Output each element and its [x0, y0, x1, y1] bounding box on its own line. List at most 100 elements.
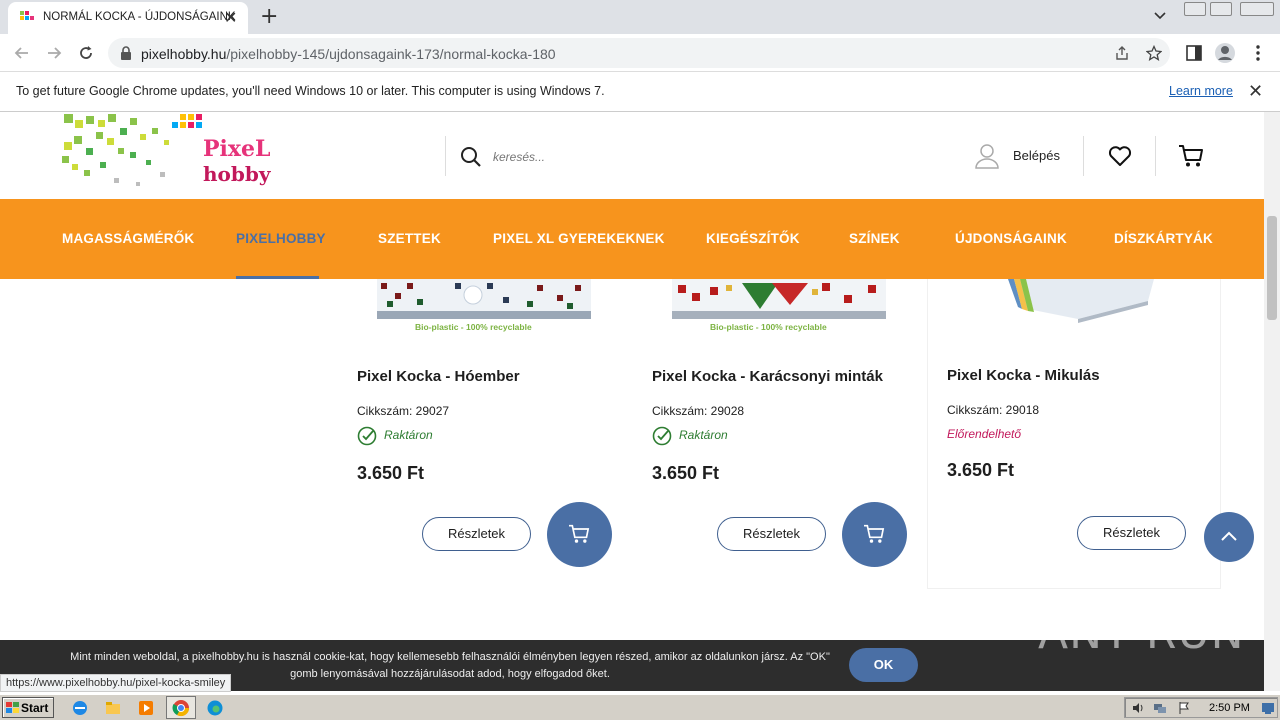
in-stock-check-icon — [652, 426, 672, 446]
nav-active-indicator — [236, 276, 319, 279]
header-divider — [1155, 136, 1156, 176]
chrome-icon — [172, 700, 190, 717]
start-button[interactable]: Start — [2, 697, 54, 718]
address-bar[interactable]: pixelhobby.hu/pixelhobby-145/ujdonsagain… — [108, 38, 1170, 68]
kebab-menu-icon[interactable] — [1250, 44, 1266, 62]
chevron-down-icon[interactable] — [1152, 7, 1168, 23]
pixelhobby-favicon — [20, 11, 34, 20]
taskbar-clock[interactable]: 2:50 PM — [1209, 702, 1250, 714]
forward-icon[interactable] — [44, 43, 64, 63]
minimize-button[interactable] — [1184, 2, 1206, 16]
page-scrollbar[interactable] — [1264, 112, 1280, 691]
product-price: 3.650 Ft — [652, 463, 720, 483]
nav-item-kiegeszitok[interactable]: KIEGÉSZÍTŐK — [706, 231, 800, 246]
file-explorer-icon[interactable] — [104, 699, 122, 717]
browser-toolbar: pixelhobby.hu/pixelhobby-145/ujdonsagain… — [0, 34, 1280, 72]
show-desktop-icon[interactable] — [1261, 701, 1275, 715]
side-panel-icon[interactable] — [1185, 44, 1203, 62]
start-label: Start — [21, 701, 49, 715]
tab-title: NORMÁL KOCKA - ÚJDONSÁGAINK — [43, 11, 236, 23]
product-name[interactable]: Pixel Kocka - Karácsonyi minták — [652, 368, 883, 385]
add-to-cart-button[interactable] — [547, 502, 612, 567]
new-tab-icon[interactable]: + — [260, 4, 278, 29]
search-input[interactable] — [493, 146, 793, 168]
product-image-caption: Bio-plastic - 100% recyclable — [710, 322, 827, 332]
header-divider — [1083, 136, 1084, 176]
nav-item-szettek[interactable]: SZETTEK — [378, 231, 441, 246]
windows-logo-icon — [6, 702, 19, 713]
cookie-ok-button[interactable]: OK — [849, 648, 918, 682]
product-name[interactable]: Pixel Kocka - Mikulás — [947, 367, 1100, 384]
header-divider — [445, 136, 446, 176]
browser-tab[interactable]: NORMÁL KOCKA - ÚJDONSÁGAINK ✕ — [8, 2, 248, 34]
scrollbar-thumb[interactable] — [1267, 216, 1277, 320]
close-infobar-icon[interactable]: ✕ — [1248, 81, 1263, 102]
internet-explorer-icon[interactable] — [71, 699, 89, 717]
learn-more-link[interactable]: Learn more — [1169, 84, 1233, 98]
site-logo[interactable]: PixeL hobby — [60, 112, 282, 198]
add-to-cart-button[interactable] — [842, 502, 907, 567]
url-host: pixelhobby.hu — [141, 46, 227, 62]
product-image[interactable]: Bio-plastic - 100% recyclable — [672, 279, 886, 335]
volume-icon[interactable] — [1131, 701, 1145, 715]
tab-strip: NORMÁL KOCKA - ÚJDONSÁGAINK ✕ + — [0, 0, 1280, 34]
details-button[interactable]: Részletek — [1077, 516, 1186, 550]
search-icon[interactable] — [460, 146, 482, 168]
nav-item-pixel-xl[interactable]: PIXEL XL GYEREKEKNEK — [493, 231, 665, 246]
details-button[interactable]: Részletek — [717, 517, 826, 551]
product-price: 3.650 Ft — [357, 463, 425, 483]
reload-icon[interactable] — [76, 43, 96, 63]
profile-avatar-icon[interactable] — [1214, 42, 1236, 64]
product-image-caption: Bio-plastic - 100% recyclable — [415, 322, 532, 332]
details-button[interactable]: Részletek — [422, 517, 531, 551]
nav-item-magassagmerok[interactable]: MAGASSÁGMÉRŐK — [62, 231, 194, 246]
action-center-flag-icon[interactable] — [1177, 701, 1191, 715]
product-sku: Cikkszám: 29028 — [652, 404, 745, 418]
pixel-mosaic-logo-graphic — [62, 114, 202, 186]
nav-item-szinek[interactable]: SZÍNEK — [849, 231, 900, 246]
system-tray: 2:50 PM — [1124, 697, 1278, 718]
update-infobar: To get future Google Chrome updates, you… — [0, 72, 1280, 112]
product-sku: Cikkszám: 29018 — [947, 403, 1040, 417]
chrome-taskbar-button[interactable] — [166, 696, 196, 719]
network-icon[interactable] — [1153, 701, 1167, 715]
stock-status: Előrendelhető — [947, 427, 1022, 441]
cart-icon — [569, 524, 590, 543]
snowman-pixel-image — [377, 279, 591, 319]
chevron-up-icon — [1221, 531, 1237, 541]
maximize-button[interactable] — [1210, 2, 1232, 16]
web-page: PixeL hobby Belépés MAGASSÁGMÉRŐK PIXELH… — [0, 112, 1264, 691]
in-stock-check-icon — [357, 426, 377, 446]
nav-item-ujdonsagaink[interactable]: ÚJDONSÁGAINK — [955, 231, 1067, 246]
edge-icon[interactable] — [206, 699, 224, 717]
product-sku: Cikkszám: 29027 — [357, 404, 450, 418]
close-tab-icon[interactable]: ✕ — [224, 8, 237, 28]
link-status-url: https://www.pixelhobby.hu/pixel-kocka-sm… — [0, 674, 232, 692]
stock-status: Raktáron — [679, 428, 728, 442]
christmas-pattern-pixel-image — [672, 279, 886, 319]
scroll-to-top-button[interactable] — [1204, 512, 1254, 562]
bookmark-star-icon[interactable] — [1146, 45, 1162, 61]
nav-item-diszkartyak[interactable]: DÍSZKÁRTYÁK — [1114, 231, 1213, 246]
logo-text-hobby: hobby — [203, 162, 271, 186]
stock-status: Raktáron — [384, 428, 433, 442]
logo-text-pixel: PixeL — [203, 136, 271, 162]
url-path: /pixelhobby-145/ujdonsagaink-173/normal-… — [226, 46, 556, 62]
media-player-icon[interactable] — [137, 699, 155, 717]
close-window-button[interactable] — [1240, 2, 1274, 16]
back-icon[interactable] — [12, 43, 32, 63]
lock-icon[interactable] — [120, 46, 132, 60]
windows-taskbar: Start 2:50 PM — [0, 694, 1280, 720]
product-image[interactable]: Bio-plastic - 100% recyclable — [377, 279, 591, 335]
product-name[interactable]: Pixel Kocka - Hóember — [357, 368, 520, 385]
infobar-text: To get future Google Chrome updates, you… — [16, 84, 605, 98]
nav-item-pixelhobby[interactable]: PIXELHOBBY — [236, 231, 326, 246]
product-price: 3.650 Ft — [947, 460, 1015, 480]
user-icon[interactable] — [975, 143, 999, 169]
cart-icon — [864, 524, 885, 543]
share-icon[interactable] — [1114, 45, 1130, 61]
wishlist-heart-icon[interactable] — [1108, 145, 1132, 167]
url-text[interactable]: pixelhobby.hu/pixelhobby-145/ujdonsagain… — [141, 46, 556, 62]
cart-icon[interactable] — [1178, 144, 1204, 168]
login-link[interactable]: Belépés — [1013, 148, 1060, 163]
